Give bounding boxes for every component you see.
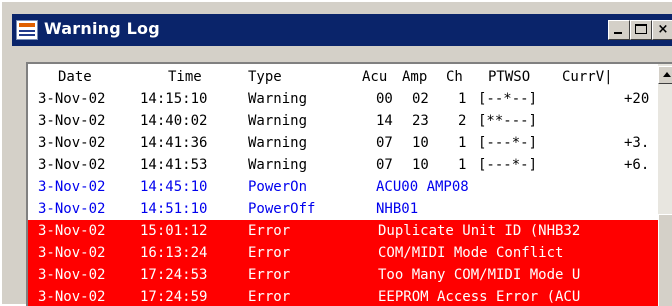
minimize-button[interactable] [608, 20, 630, 40]
row-message: Duplicate Unit ID (NHB32 [378, 223, 581, 239]
column-header-row: Date Time Type Acu Amp Ch PTWSO CurrV| [28, 66, 658, 88]
row-time: 14:40:02 [140, 113, 208, 129]
log-list[interactable]: Date Time Type Acu Amp Ch PTWSO CurrV| 3… [26, 62, 672, 306]
row-time: 14:15:10 [140, 91, 208, 107]
row-message: NHB01 [376, 201, 419, 217]
column-header-type[interactable]: Type [248, 66, 282, 88]
row-amp: 23 [412, 113, 429, 129]
row-acu: 00 [376, 91, 393, 107]
row-type: Error [248, 245, 291, 261]
row-type: Error [248, 267, 291, 283]
close-icon: × [657, 22, 669, 37]
title-bar[interactable]: Warning Log × [12, 14, 672, 46]
log-row[interactable]: 3-Nov-02 14:45:10 PowerOn ACU00 AMP08 [28, 176, 658, 198]
row-ch: 2 [458, 113, 467, 129]
row-ch: 1 [458, 157, 467, 173]
row-time: 15:01:12 [140, 223, 208, 239]
column-header-currv[interactable]: CurrV| [562, 66, 613, 88]
row-date: 3-Nov-02 [38, 113, 106, 129]
row-type: PowerOff [248, 201, 316, 217]
row-date: 3-Nov-02 [38, 201, 106, 217]
row-ch: 1 [458, 91, 467, 107]
maximize-icon [635, 24, 647, 34]
row-date: 3-Nov-02 [38, 179, 106, 195]
row-time: 14:45:10 [140, 179, 208, 195]
row-currv: +20 [624, 91, 650, 107]
row-message: ACU00 AMP08 [376, 179, 469, 195]
row-time: 17:24:59 [140, 289, 208, 305]
log-row[interactable]: 3-Nov-02 17:24:53 Error Too Many COM/MID… [28, 264, 658, 286]
column-header-ch[interactable]: Ch [446, 66, 463, 88]
row-currv: +3. [624, 135, 650, 151]
window-title: Warning Log [44, 19, 160, 38]
row-type: Warning [248, 157, 308, 173]
maximize-button[interactable] [630, 20, 652, 40]
row-date: 3-Nov-02 [38, 91, 106, 107]
row-date: 3-Nov-02 [38, 157, 106, 173]
column-header-ptwso[interactable]: PTWSO [488, 66, 530, 88]
log-row[interactable]: 3-Nov-02 17:24:59 Error EEPROM Access Er… [28, 286, 658, 306]
row-date: 3-Nov-02 [38, 223, 106, 239]
column-header-time[interactable]: Time [168, 66, 202, 88]
log-row[interactable]: 3-Nov-02 14:41:36 Warning 07 10 1 [---*-… [28, 132, 658, 154]
row-message: COM/MIDI Mode Conflict [378, 245, 564, 261]
row-ptwso: [---*-] [478, 135, 538, 151]
row-acu: 07 [376, 135, 393, 151]
close-button[interactable]: × [652, 20, 672, 40]
column-header-acu[interactable]: Acu [362, 66, 387, 88]
vertical-scrollbar[interactable] [658, 64, 672, 306]
row-acu: 14 [376, 113, 393, 129]
log-row[interactable]: 3-Nov-02 14:41:53 Warning 07 10 1 [---*-… [28, 154, 658, 176]
row-amp: 10 [412, 157, 429, 173]
row-amp: 02 [412, 91, 429, 107]
log-window-icon[interactable] [16, 20, 38, 40]
row-message: Too Many COM/MIDI Mode U [378, 267, 581, 283]
row-amp: 10 [412, 135, 429, 151]
scrollbar-thumb[interactable] [658, 214, 672, 306]
row-acu: 07 [376, 157, 393, 173]
row-date: 3-Nov-02 [38, 267, 106, 283]
row-ptwso: [--*--] [478, 91, 538, 107]
log-row[interactable]: 3-Nov-02 16:13:24 Error COM/MIDI Mode Co… [28, 242, 658, 264]
row-type: Error [248, 223, 291, 239]
warning-log-window: Warning Log × Date Time Type Acu Amp Ch … [0, 0, 672, 306]
scroll-up-button[interactable] [658, 66, 672, 84]
row-message: EEPROM Access Error (ACU [378, 289, 581, 305]
log-row[interactable]: 3-Nov-02 14:15:10 Warning 00 02 1 [--*--… [28, 88, 658, 110]
column-header-amp[interactable]: Amp [402, 66, 427, 88]
row-type: PowerOn [248, 179, 308, 195]
row-type: Warning [248, 113, 308, 129]
row-ch: 1 [458, 135, 467, 151]
log-row[interactable]: 3-Nov-02 15:01:12 Error Duplicate Unit I… [28, 220, 658, 242]
column-header-date[interactable]: Date [58, 66, 92, 88]
row-type: Warning [248, 135, 308, 151]
row-date: 3-Nov-02 [38, 245, 106, 261]
log-row[interactable]: 3-Nov-02 14:51:10 PowerOff NHB01 [28, 198, 658, 220]
row-time: 14:51:10 [140, 201, 208, 217]
row-ptwso: [---*-] [478, 157, 538, 173]
row-time: 14:41:53 [140, 157, 208, 173]
row-time: 17:24:53 [140, 267, 208, 283]
row-currv: +6. [624, 157, 650, 173]
row-date: 3-Nov-02 [38, 135, 106, 151]
row-type: Warning [248, 91, 308, 107]
row-time: 16:13:24 [140, 245, 208, 261]
row-type: Error [248, 289, 291, 305]
row-time: 14:41:36 [140, 135, 208, 151]
minimize-icon [614, 32, 622, 34]
log-row[interactable]: 3-Nov-02 14:40:02 Warning 14 23 2 [**---… [28, 110, 658, 132]
row-date: 3-Nov-02 [38, 289, 106, 305]
row-ptwso: [**---] [478, 113, 538, 129]
arrow-up-icon [663, 72, 671, 77]
